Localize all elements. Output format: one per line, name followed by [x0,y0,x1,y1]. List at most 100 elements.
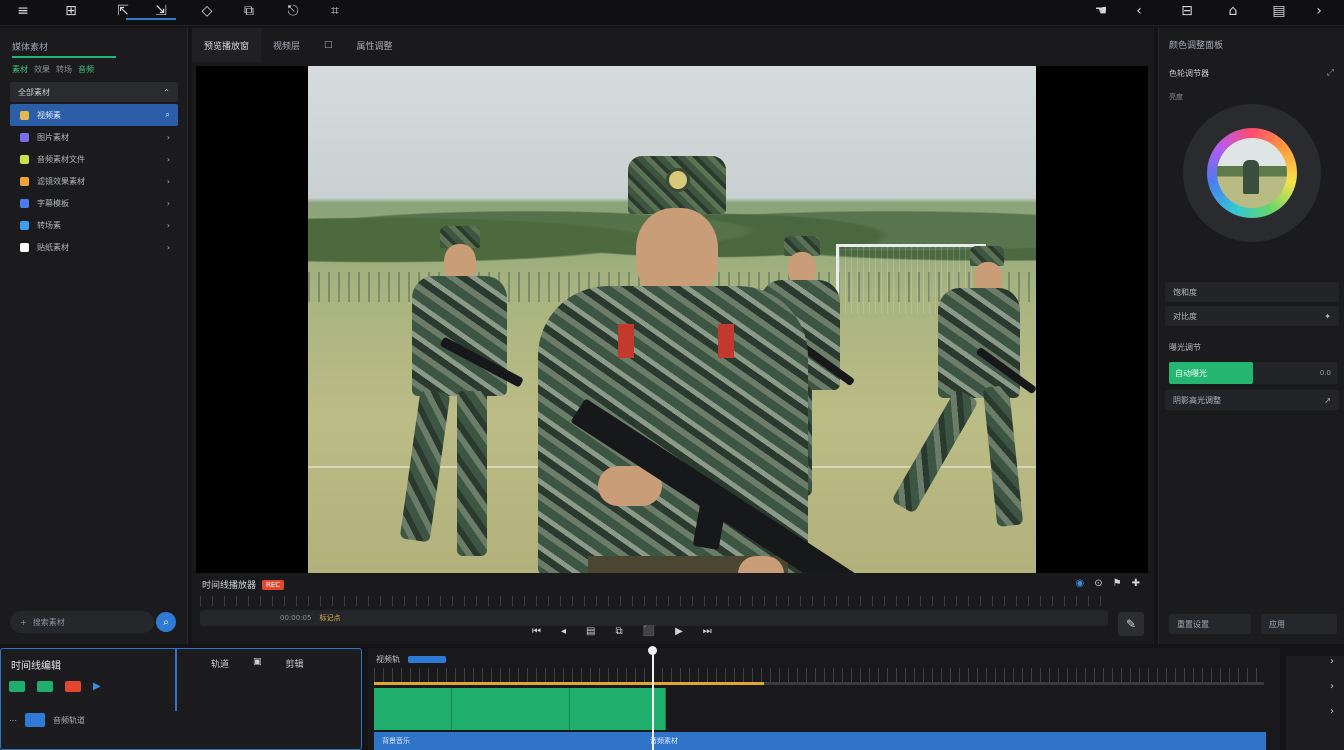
category-color-icon [20,110,29,120]
frame-icon[interactable]: ▤ [586,626,595,637]
crop-icon[interactable]: ◇ [194,0,220,22]
auto-exposure-label: 自动曝光 [1175,368,1207,378]
zoom-out-icon[interactable]: › [1330,681,1334,692]
subtab-media[interactable]: 素材 [12,64,28,75]
shadow-highlight-row[interactable]: 阴影高光调整 ↗ [1165,390,1339,410]
chevron-right-icon: › [166,198,170,208]
stop-icon[interactable]: ⬛ [643,626,655,637]
transport-label: 时间线播放器 [202,581,257,591]
snapshot-icon[interactable]: ⧉ [615,626,622,637]
auto-exposure-slider[interactable]: 自动曝光 [1169,362,1253,384]
export-icon[interactable]: ⎋ [280,0,306,22]
list-item[interactable]: 滤镜效果素材 › [10,170,178,192]
chevron-right-icon: › [166,242,170,252]
playhead[interactable] [652,648,654,750]
grid-icon[interactable]: ⊟ [1174,0,1200,22]
saturation-label: 饱和度 [1173,287,1197,297]
fit-icon[interactable]: › [1330,706,1334,717]
category-color-icon [20,198,29,208]
add-icon[interactable]: ✚ [1132,578,1140,589]
green-track-chip[interactable] [9,681,25,692]
transform-icon[interactable]: ⧉ [236,0,262,22]
edit-icon[interactable]: ↗ [1324,396,1331,405]
tab-preview[interactable]: 预览播放窗 [192,28,262,62]
skip-back-icon[interactable]: ⏮ [532,626,541,637]
search-icon[interactable]: ⌕ [166,110,170,120]
brightness-label: 亮度 [1169,93,1183,101]
playhead-handle[interactable] [648,646,657,655]
list-item[interactable]: 音频素材文件 › [10,148,178,170]
pin-icon[interactable]: ✦ [1324,312,1331,321]
timeline-ruler[interactable] [374,668,1264,682]
panel-icon[interactable]: ▤ [1266,0,1292,22]
text-icon[interactable]: ⌗ [322,0,348,22]
list-item[interactable]: 转场素 › [10,214,178,236]
expand-icon[interactable]: ⤢ [1327,68,1334,78]
scrub-bar[interactable]: 00:00:05 标记点 [200,610,1108,626]
apply-button[interactable]: 应用 [1261,614,1337,634]
red-track-chip[interactable] [65,681,81,692]
magic-wand-button[interactable]: ✎ [1118,612,1144,636]
flag-icon[interactable]: ⚑ [1113,578,1122,589]
target-icon[interactable]: ◉ [1076,578,1085,589]
list-item[interactable]: 图片素材 › [10,126,178,148]
timeline-tools-panel: 时间线编辑 ▶ 轨道 ▣ 剪辑 ⋯ 音频轨道 [0,648,362,750]
video-clip[interactable] [374,688,452,730]
timeline-side-tools: › › › [1286,656,1344,750]
reset-button[interactable]: 重置设置 [1169,614,1251,634]
track-icon[interactable]: ▣ [253,657,262,670]
panel-title: 颜色调整面板 [1169,41,1224,51]
hand-icon[interactable]: ☚ [1088,0,1114,22]
track-indicator [408,656,446,663]
clip-menu[interactable]: 剪辑 [286,657,304,670]
subtab-effects[interactable]: 效果 [34,64,50,75]
work-area-bar[interactable] [374,682,764,685]
category-header[interactable]: 全部素材 ⌃ [10,82,178,102]
panel-divider [175,649,177,711]
active-tool-indicator [126,18,176,20]
forward-icon[interactable]: › [1306,0,1332,22]
contrast-row[interactable]: 对比度 ✦ [1165,306,1339,326]
subtab-audio[interactable]: 音频 [78,64,94,75]
track-label[interactable]: 轨道 [211,657,229,670]
list-item[interactable]: 贴纸素材 › [10,236,178,258]
category-color-icon [20,242,29,252]
play-icon[interactable]: ▶ [93,681,101,692]
list-item[interactable]: 视频素 ⌕ [10,104,178,126]
zoom-in-icon[interactable]: › [1330,656,1334,667]
shadow-highlight-label: 阴影高光调整 [1173,395,1221,405]
list-item-label: 转场素 [37,220,61,230]
preview-ruler[interactable] [200,596,1110,606]
tab-properties[interactable]: 属性调整 [345,28,405,62]
category-color-icon [20,220,29,230]
media-library-panel: 媒体素材 素材 效果 转场 音频 全部素材 ⌃ 视频素 ⌕ 图片素材 › 音频素… [0,28,188,644]
audio-clip[interactable]: 背景音乐 音频素材 [374,732,1266,750]
collapse-icon[interactable]: ⌃ [163,88,170,97]
layout-icon[interactable]: ⊞ [58,0,84,22]
zoom-icon[interactable]: ⊙ [1094,578,1102,589]
list-item[interactable]: 字幕模板 › [10,192,178,214]
tab-video-layer[interactable]: 视频层 [261,28,312,62]
category-color-icon [20,176,29,186]
video-clip[interactable] [452,688,570,730]
media-search-input[interactable]: + 搜索素材 [10,611,154,633]
menu-icon[interactable]: ≡ [10,0,36,22]
more-icon[interactable]: ⋯ [9,716,17,725]
step-back-icon[interactable]: ◂ [561,626,566,637]
back-icon[interactable]: ‹ [1126,0,1152,22]
saturation-row[interactable]: 饱和度 [1165,282,1339,302]
audio-track-chip[interactable] [25,713,45,727]
timeline[interactable]: 视频轨 背景音乐 音频素材 [368,646,1280,750]
preview-tabs: 预览播放窗 视频层 □ 属性调整 [192,28,1154,62]
home-icon[interactable]: ⌂ [1220,0,1246,22]
skip-forward-icon[interactable]: ⏭ [703,626,712,637]
media-category-list: 全部素材 ⌃ 视频素 ⌕ 图片素材 › 音频素材文件 › 滤镜效果素材 › 字幕… [10,82,178,258]
green-track-chip[interactable] [37,681,53,692]
audio-clip-label: 背景音乐 [382,737,410,745]
search-button[interactable]: ⌕ [156,612,176,632]
tab-comment-icon[interactable]: □ [312,28,345,62]
video-viewer[interactable] [196,66,1148,573]
subtab-transitions[interactable]: 转场 [56,64,72,75]
audio-track-row: ⋯ 音频轨道 [9,713,85,727]
play-icon[interactable]: ▶ [675,626,683,637]
